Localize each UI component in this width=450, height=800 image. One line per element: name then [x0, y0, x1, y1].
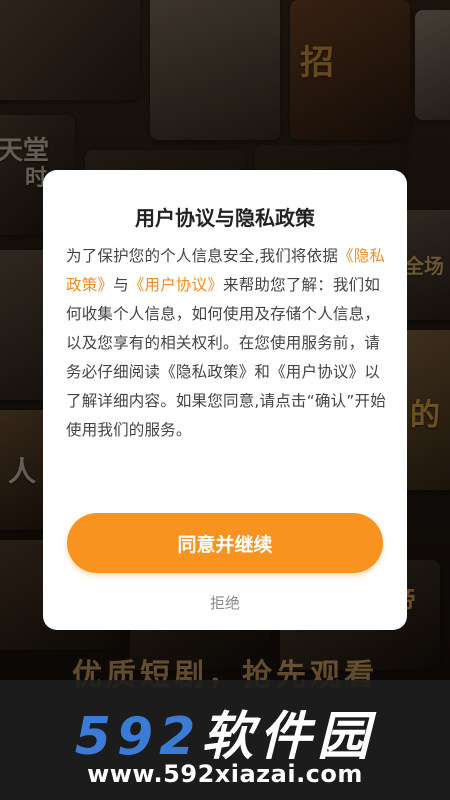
and-text: 与: [113, 276, 129, 294]
body-rest-text: 来帮助您了解：我们如何收集个人信息，如何使用及存储个人信息，以及您享有的相关权利…: [66, 276, 386, 439]
dialog-title: 用户协议与隐私政策: [135, 206, 315, 230]
site-watermark: 592软件园 www.592xiazai.com: [0, 680, 450, 800]
reject-button[interactable]: 拒绝: [43, 592, 407, 613]
body-intro-text: 为了保护您的个人信息安全,我们将依据: [66, 247, 339, 265]
watermark-url: www.592xiazai.com: [87, 760, 363, 788]
user-agreement-link[interactable]: 《用户协议》: [129, 276, 223, 294]
watermark-logo-text: 软件园: [201, 707, 376, 767]
watermark-logo: 592软件园: [0, 694, 450, 769]
watermark-logo-number: 592: [74, 707, 202, 767]
dialog-body: 为了保护您的个人信息安全,我们将依据《隐私政策》与《用户协议》来帮助您了解：我们…: [66, 242, 388, 445]
privacy-dialog: 用户协议与隐私政策 为了保护您的个人信息安全,我们将依据《隐私政策》与《用户协议…: [43, 170, 407, 630]
agree-continue-button[interactable]: 同意并继续: [67, 513, 383, 573]
